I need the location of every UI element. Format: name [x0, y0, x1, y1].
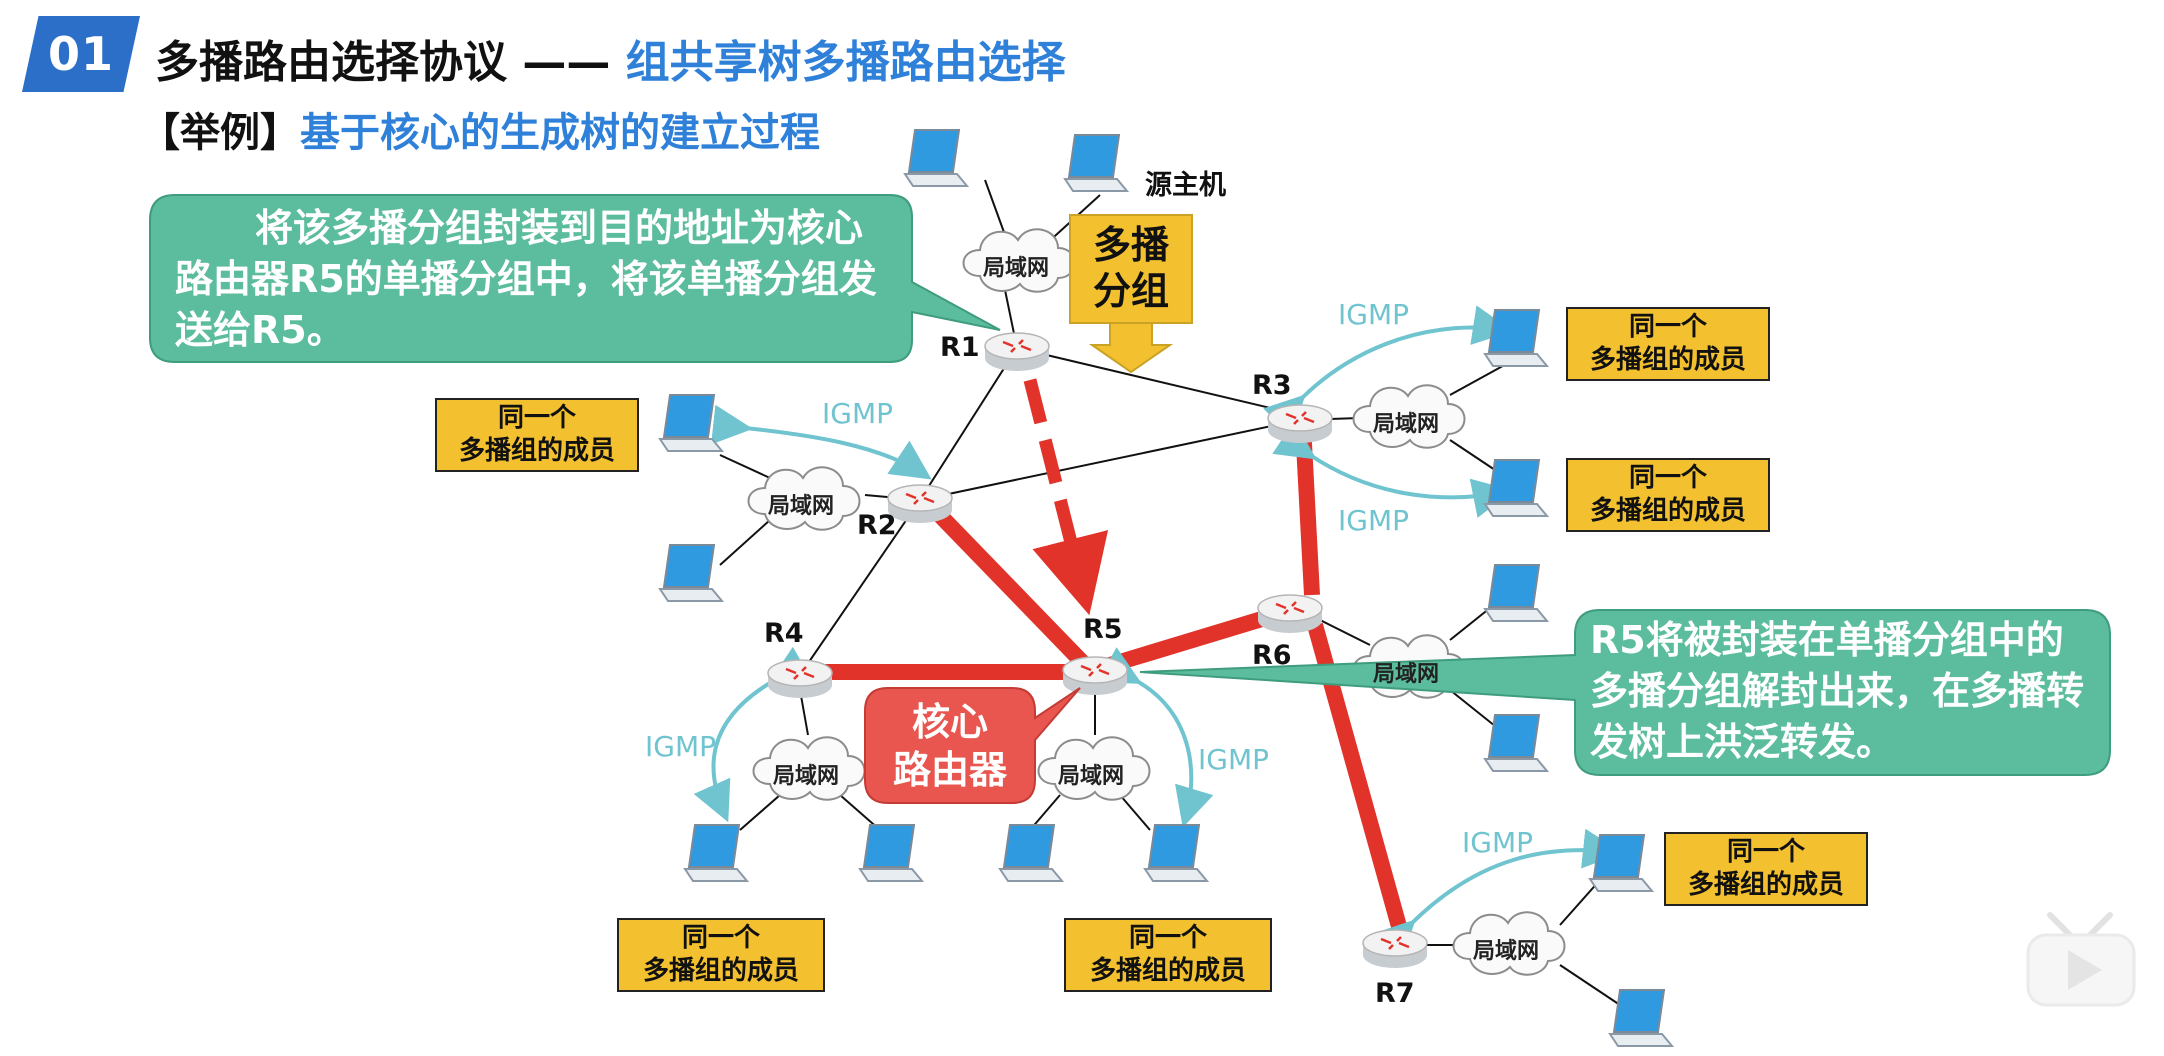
- router-label-r3: R3: [1252, 370, 1292, 401]
- laptop-icon: [999, 824, 1063, 882]
- router-label-r5: R5: [1083, 614, 1123, 645]
- lan-label: 局域网: [773, 764, 840, 789]
- laptop-icon: [1484, 714, 1548, 772]
- play-watermark-icon: [2026, 912, 2136, 1007]
- laptop-icon: [1484, 459, 1548, 517]
- member-box: 同一个 多播组的成员: [617, 918, 825, 992]
- router-icon: [1361, 928, 1429, 970]
- lan-label: 局域网: [1473, 939, 1540, 964]
- laptop-icon: [1484, 309, 1548, 367]
- laptop-icon: [904, 129, 968, 187]
- igmp-label: IGMP: [1462, 826, 1533, 859]
- callout-left-text: 将该多播分组封装到目的地址为核心路由器R5的单播分组中，将该单播分组发送给R5。: [175, 206, 877, 352]
- laptop-icon: [659, 544, 723, 602]
- laptop-icon: [859, 824, 923, 882]
- lan-label: 局域网: [1058, 764, 1125, 789]
- member-box: 同一个 多播组的成员: [1566, 458, 1770, 532]
- laptop-icon: [1589, 834, 1653, 892]
- laptop-icon: [1064, 134, 1128, 192]
- router-icon: [766, 658, 834, 700]
- igmp-label: IGMP: [645, 730, 716, 763]
- member-box: 同一个 多播组的成员: [1064, 918, 1272, 992]
- router-icon: [983, 331, 1051, 373]
- unicast-dashed-path: [1023, 378, 1109, 616]
- source-host-label: 源主机: [1145, 170, 1226, 201]
- laptop-icon: [1609, 989, 1673, 1047]
- callout-right-text: R5将被封装在单播分组中的多播分组解封出来，在多播转发树上洪泛转发。: [1590, 618, 2085, 764]
- laptop-icon: [659, 394, 723, 452]
- lan-label: 局域网: [1373, 412, 1440, 437]
- router-label-r6: R6: [1252, 640, 1292, 671]
- lan-label: 局域网: [1373, 662, 1440, 687]
- member-box: 同一个 多播组的成员: [1664, 832, 1868, 906]
- igmp-label: IGMP: [1338, 504, 1409, 537]
- member-box: 同一个 多播组的成员: [1566, 307, 1770, 381]
- lan-label: 局域网: [983, 256, 1050, 281]
- member-box: 同一个 多播组的成员: [435, 398, 639, 472]
- router-label-r1: R1: [940, 332, 980, 363]
- laptop-icon: [684, 824, 748, 882]
- router-icon: [1061, 655, 1129, 697]
- core-router-label: 核心 路由器: [892, 700, 1007, 792]
- router-label-r2: R2: [857, 510, 897, 541]
- router-icon: [1266, 403, 1334, 445]
- igmp-label: IGMP: [822, 397, 893, 430]
- router-icon: [886, 483, 954, 525]
- laptop-icon: [1144, 824, 1208, 882]
- igmp-label: IGMP: [1338, 298, 1409, 331]
- laptop-icon: [1484, 564, 1548, 622]
- lan-label: 局域网: [768, 494, 835, 519]
- igmp-label: IGMP: [1198, 743, 1269, 776]
- multicast-packet-label: 多播 分组: [1092, 223, 1169, 313]
- router-icon: [1256, 593, 1324, 635]
- router-label-r7: R7: [1375, 978, 1415, 1009]
- router-label-r4: R4: [764, 618, 804, 649]
